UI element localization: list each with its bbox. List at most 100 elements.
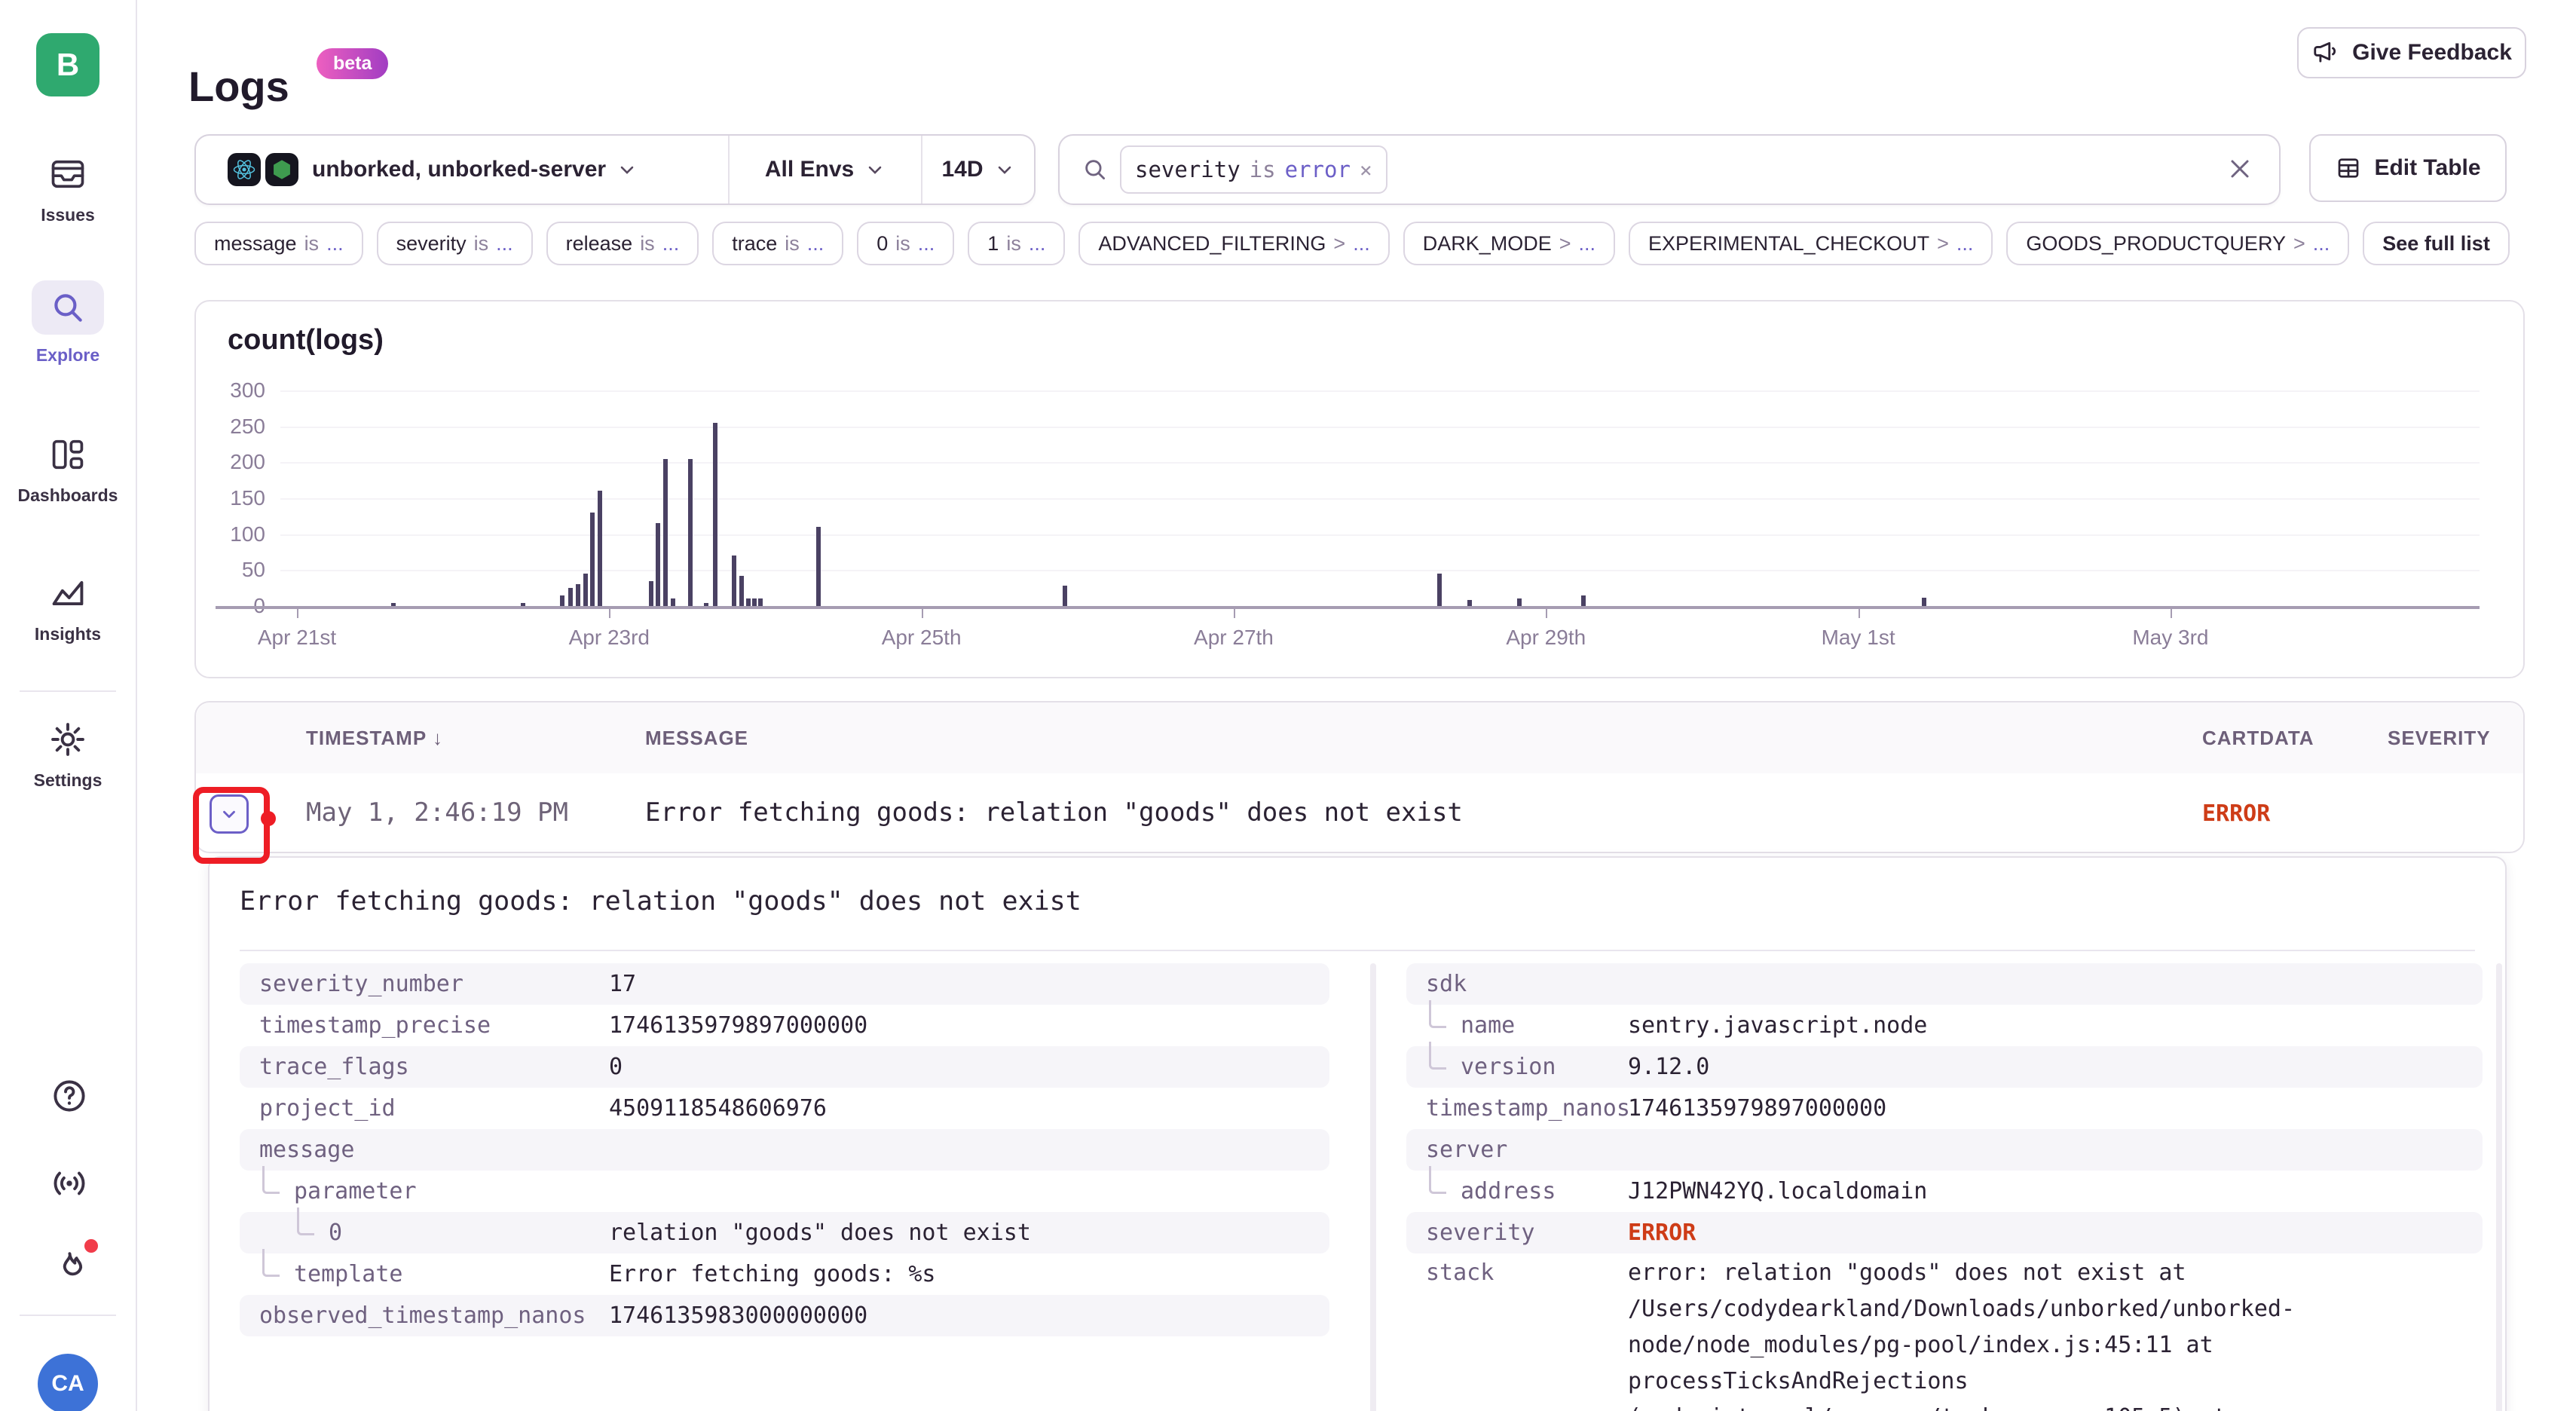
x-axis-tick-label: Apr 23rd bbox=[519, 626, 699, 650]
give-feedback-label: Give Feedback bbox=[2352, 40, 2512, 66]
org-logo[interactable]: B bbox=[36, 33, 99, 96]
broadcast-icon[interactable] bbox=[50, 1164, 89, 1203]
notification-dot bbox=[84, 1239, 98, 1253]
chart-bar bbox=[583, 574, 588, 606]
date-range-label: 14D bbox=[941, 157, 983, 182]
chart-bar bbox=[816, 527, 821, 606]
tree-connector bbox=[297, 1207, 314, 1235]
logs-page: B Issues Explore Dashboa bbox=[0, 0, 2576, 1411]
schema-chips-row: messageis...severityis...releaseis...tra… bbox=[194, 222, 2576, 265]
tree-connector bbox=[1429, 1042, 1446, 1070]
filter-chip[interactable]: messageis... bbox=[194, 222, 363, 265]
chip-label: DARK_MODE bbox=[1423, 232, 1552, 256]
react-project-icon bbox=[228, 153, 261, 186]
column-header-cartdata[interactable]: CARTDATA bbox=[2202, 727, 2314, 750]
chart-bar bbox=[752, 598, 757, 606]
chart-bar bbox=[1467, 600, 1472, 606]
sidebar-item-label: Dashboards bbox=[18, 485, 118, 506]
chip-ellipsis: ... bbox=[1353, 232, 1370, 256]
sidebar-item-dashboards[interactable]: Dashboards bbox=[0, 434, 136, 506]
log-detail-title: Error fetching goods: relation "goods" d… bbox=[240, 886, 1081, 917]
filter-chip[interactable]: ADVANCED_FILTERING>... bbox=[1078, 222, 1389, 265]
attribute-row: server bbox=[1406, 1129, 2483, 1171]
attribute-key: template bbox=[294, 1261, 403, 1287]
date-range-selector[interactable]: 14D bbox=[922, 136, 1034, 204]
filter-chip[interactable]: releaseis... bbox=[546, 222, 699, 265]
attribute-row: trace_flags0 bbox=[240, 1046, 1329, 1088]
chart-bar bbox=[598, 491, 602, 606]
chart-bar bbox=[521, 603, 525, 606]
chip-operator: is bbox=[895, 232, 910, 256]
chip-ellipsis: ... bbox=[918, 232, 935, 256]
remove-token-icon[interactable]: × bbox=[1360, 158, 1372, 182]
scrollbar-track[interactable] bbox=[2496, 963, 2502, 1411]
sidebar-item-settings[interactable]: Settings bbox=[0, 719, 136, 791]
attribute-key: sdk bbox=[1426, 971, 1467, 997]
scrollbar-track[interactable] bbox=[1370, 963, 1376, 1411]
chip-label: 0 bbox=[877, 232, 888, 256]
table-row[interactable]: May 1, 2:46:19 PM Error fetching goods: … bbox=[196, 773, 2523, 850]
gridline bbox=[280, 427, 2480, 428]
logs-chart-card: count(logs) 050100150200250300Apr 21stAp… bbox=[194, 300, 2525, 678]
filter-chip[interactable]: DARK_MODE>... bbox=[1403, 222, 1615, 265]
avatar-initials: CA bbox=[51, 1371, 84, 1397]
chip-label: trace bbox=[732, 232, 777, 256]
search-icon bbox=[47, 287, 88, 328]
see-full-list-button[interactable]: See full list bbox=[2363, 222, 2510, 265]
gridline bbox=[280, 462, 2480, 464]
attribute-key: address bbox=[1461, 1178, 1556, 1204]
project-selector-label: unborked, unborked-server bbox=[312, 157, 606, 182]
avatar[interactable]: CA bbox=[38, 1354, 98, 1411]
y-axis-tick-label: 100 bbox=[196, 522, 265, 546]
page-title: Logs bbox=[188, 62, 289, 111]
filter-chip[interactable]: GOODS_PRODUCTQUERY>... bbox=[2006, 222, 2349, 265]
chip-operator: > bbox=[2293, 232, 2305, 256]
attribute-value: 17 bbox=[609, 971, 636, 997]
y-axis-tick-label: 150 bbox=[196, 486, 265, 510]
sidebar-item-insights[interactable]: Insights bbox=[0, 573, 136, 644]
chart-bar bbox=[732, 556, 736, 606]
column-header-severity[interactable]: SEVERITY bbox=[2388, 727, 2491, 750]
attribute-key: message bbox=[259, 1137, 354, 1163]
attribute-key: trace_flags bbox=[259, 1054, 409, 1080]
chart-bar bbox=[590, 513, 595, 606]
filter-chip[interactable]: 0 is... bbox=[857, 222, 954, 265]
filter-chip[interactable]: traceis... bbox=[712, 222, 843, 265]
give-feedback-button[interactable]: Give Feedback bbox=[2297, 27, 2526, 78]
search-input[interactable]: severity is error × bbox=[1058, 134, 2281, 205]
attribute-row: parameter bbox=[240, 1171, 1329, 1212]
x-axis-tick bbox=[1546, 609, 1547, 618]
token-value: error bbox=[1285, 157, 1351, 182]
x-axis-tick-label: Apr 21st bbox=[207, 626, 387, 650]
chip-label: severity bbox=[396, 232, 467, 256]
edit-table-label: Edit Table bbox=[2374, 155, 2480, 181]
filter-chip[interactable]: 1is... bbox=[968, 222, 1065, 265]
attribute-key: timestamp_precise bbox=[259, 1012, 491, 1039]
attribute-value: 9.12.0 bbox=[1628, 1054, 1709, 1080]
fire-icon[interactable] bbox=[50, 1248, 89, 1287]
attribute-key: server bbox=[1426, 1137, 1507, 1163]
help-icon[interactable] bbox=[50, 1076, 89, 1116]
gridline bbox=[280, 390, 2480, 392]
megaphone-icon bbox=[2311, 38, 2340, 67]
edit-table-button[interactable]: Edit Table bbox=[2309, 134, 2507, 202]
column-header-message[interactable]: MESSAGE bbox=[645, 727, 748, 750]
gear-icon bbox=[47, 719, 88, 760]
chip-label: 1 bbox=[987, 232, 999, 256]
attribute-value: relation "goods" does not exist bbox=[609, 1220, 1031, 1246]
filter-chip[interactable]: EXPERIMENTAL_CHECKOUT>... bbox=[1629, 222, 1993, 265]
search-filter-token[interactable]: severity is error × bbox=[1120, 145, 1387, 194]
attribute-row: project_id4509118548606976 bbox=[240, 1088, 1329, 1129]
environment-selector[interactable]: All Envs bbox=[730, 136, 921, 204]
logs-table: TIMESTAMP ↓ MESSAGE CARTDATA SEVERITY Ma… bbox=[194, 701, 2525, 853]
attribute-value: 1746135979897000000 bbox=[609, 1012, 867, 1039]
sidebar-item-explore[interactable]: Explore bbox=[0, 280, 136, 366]
column-header-timestamp[interactable]: TIMESTAMP ↓ bbox=[306, 727, 442, 750]
filter-chip[interactable]: severityis... bbox=[377, 222, 533, 265]
sidebar-item-issues[interactable]: Issues bbox=[0, 154, 136, 225]
attribute-key: stack bbox=[1426, 1259, 1494, 1286]
clear-search-icon[interactable] bbox=[2225, 154, 2255, 190]
project-selector[interactable]: unborked, unborked-server bbox=[196, 136, 728, 204]
attribute-row: sdk bbox=[1406, 963, 2483, 1005]
chip-operator: > bbox=[1333, 232, 1345, 256]
